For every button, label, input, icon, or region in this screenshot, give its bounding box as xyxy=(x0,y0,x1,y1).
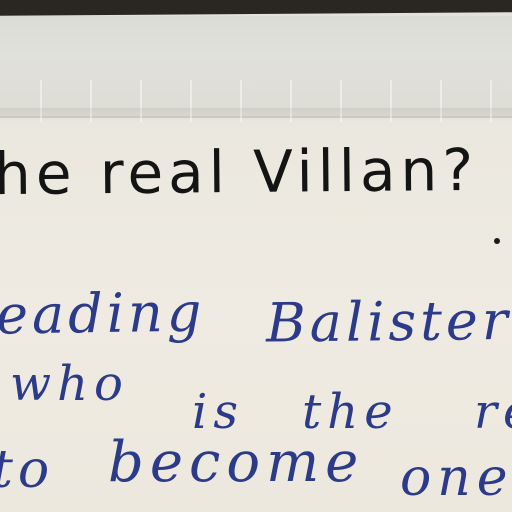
handwriting-word: eading xyxy=(0,280,206,347)
tape-strip xyxy=(0,16,512,122)
tape-shadow xyxy=(0,108,512,122)
handwriting-word: re xyxy=(474,384,512,440)
ink-dot xyxy=(494,238,500,244)
handwriting-word: one xyxy=(400,448,512,508)
photo: he real Villan? eading Balister's who is… xyxy=(0,0,512,512)
handwriting-word: who xyxy=(10,356,129,412)
handwriting-word: become xyxy=(108,430,365,495)
printed-heading: he real Villan? xyxy=(0,135,479,209)
handwriting-word: Balister's xyxy=(265,288,512,355)
handwriting-word: to xyxy=(0,440,55,500)
